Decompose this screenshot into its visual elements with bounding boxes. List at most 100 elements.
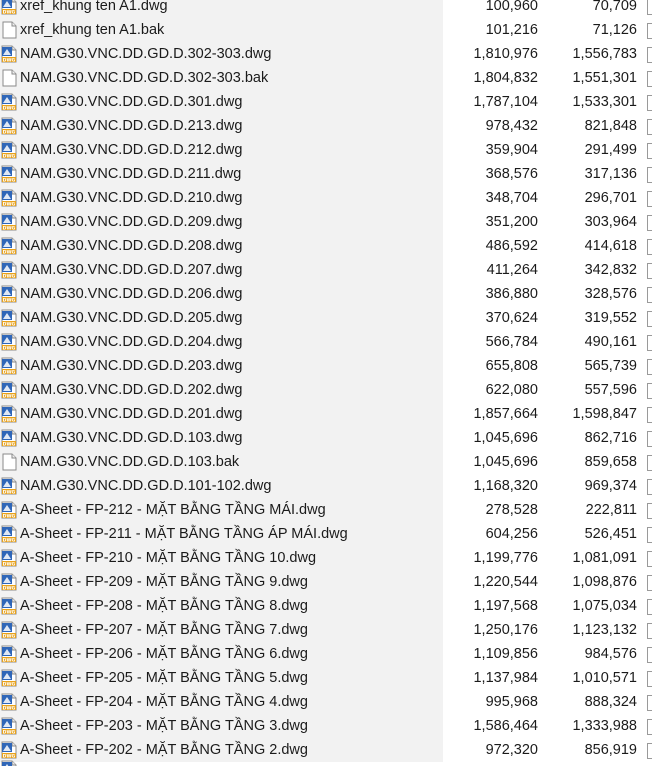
file-row-20[interactable]: NAM.G30.VNC.DD.GD.D.103.bak 1,045,696 85…: [0, 450, 652, 474]
truncated-column-edge: [647, 623, 652, 639]
svg-text:DWG: DWG: [3, 201, 16, 207]
dwg-file-icon: DWG: [1, 237, 17, 255]
compressed-size: 888,324: [584, 694, 637, 710]
file-row-24[interactable]: DWG A-Sheet - FP-210 - MẶT BẰNG TẦNG 10.…: [0, 546, 652, 570]
dwg-file-icon: DWG: [1, 141, 17, 159]
truncated-column-edge: [647, 599, 652, 615]
file-size: 566,784: [485, 334, 538, 350]
compressed-size: 71,126: [592, 22, 637, 38]
file-name: xref_khung ten A1.bak: [20, 22, 165, 38]
svg-text:DWG: DWG: [3, 513, 16, 519]
file-row-1[interactable]: DWG xref_khung ten A1.dwg 100,960 70,709: [0, 0, 652, 18]
dwg-file-icon: DWG: [1, 93, 17, 111]
compressed-size: 1,551,301: [572, 70, 637, 86]
file-size: 978,432: [485, 118, 538, 134]
compressed-size: 1,556,783: [572, 46, 637, 62]
file-row-22[interactable]: DWG A-Sheet - FP-212 - MẶT BẰNG TẦNG MÁI…: [0, 498, 652, 522]
compressed-size: 342,832: [584, 262, 637, 278]
truncated-column-edge: [647, 671, 652, 687]
file-name: NAM.G30.VNC.DD.GD.D.213.dwg: [20, 118, 243, 134]
file-row-17[interactable]: DWG NAM.G30.VNC.DD.GD.D.202.dwg 622,080 …: [0, 378, 652, 402]
compressed-size: 70,709: [592, 0, 637, 14]
file-row-32[interactable]: DWG A-Sheet - FP-202 - MẶT BẰNG TẦNG 2.d…: [0, 738, 652, 762]
file-row-7[interactable]: DWG NAM.G30.VNC.DD.GD.D.212.dwg 359,904 …: [0, 138, 652, 162]
dwg-file-icon: DWG: [1, 381, 17, 399]
dwg-file-icon: DWG: [1, 213, 17, 231]
file-name: NAM.G30.VNC.DD.GD.D.302-303.bak: [20, 70, 269, 86]
dwg-file-icon: DWG: [1, 693, 17, 711]
file-name: A-Sheet - FP-208 - MẶT BẰNG TẦNG 8.dwg: [20, 598, 308, 614]
svg-text:DWG: DWG: [3, 9, 16, 15]
truncated-column-edge: [647, 455, 652, 471]
file-row-28[interactable]: DWG A-Sheet - FP-206 - MẶT BẰNG TẦNG 6.d…: [0, 642, 652, 666]
file-row-14[interactable]: DWG NAM.G30.VNC.DD.GD.D.205.dwg 370,624 …: [0, 306, 652, 330]
compressed-size: 526,451: [584, 526, 637, 542]
svg-text:DWG: DWG: [3, 417, 16, 423]
file-row-8[interactable]: DWG NAM.G30.VNC.DD.GD.D.211.dwg 368,576 …: [0, 162, 652, 186]
file-name: A-Sheet - FP-212 - MẶT BẰNG TẦNG MÁI.dwg: [20, 502, 326, 518]
file-row-3[interactable]: DWG NAM.G30.VNC.DD.GD.D.302-303.dwg 1,81…: [0, 42, 652, 66]
file-row-26[interactable]: DWG A-Sheet - FP-208 - MẶT BẰNG TẦNG 8.d…: [0, 594, 652, 618]
file-row-23[interactable]: DWG A-Sheet - FP-211 - MẶT BẰNG TẦNG ÁP …: [0, 522, 652, 546]
file-size: 1,045,696: [473, 454, 538, 470]
file-row-2[interactable]: xref_khung ten A1.bak 101,216 71,126: [0, 18, 652, 42]
svg-text:DWG: DWG: [3, 561, 16, 567]
file-row-10[interactable]: DWG NAM.G30.VNC.DD.GD.D.209.dwg 351,200 …: [0, 210, 652, 234]
truncated-column-edge: [647, 191, 652, 207]
compressed-size: 1,123,132: [572, 622, 637, 638]
truncated-column-edge: [647, 719, 652, 735]
file-row-9[interactable]: DWG NAM.G30.VNC.DD.GD.D.210.dwg 348,704 …: [0, 186, 652, 210]
file-name: NAM.G30.VNC.DD.GD.D.201.dwg: [20, 406, 243, 422]
compressed-size: 222,811: [585, 502, 637, 518]
svg-text:DWG: DWG: [3, 105, 16, 111]
compressed-size: 984,576: [584, 646, 637, 662]
file-name: A-Sheet - FP-206 - MẶT BẰNG TẦNG 6.dwg: [20, 646, 308, 662]
file-row-19[interactable]: DWG NAM.G30.VNC.DD.GD.D.103.dwg 1,045,69…: [0, 426, 652, 450]
file-size: 1,045,696: [473, 430, 538, 446]
file-name: NAM.G30.VNC.DD.GD.D.210.dwg: [20, 190, 243, 206]
file-row-5[interactable]: DWG NAM.G30.VNC.DD.GD.D.301.dwg 1,787,10…: [0, 90, 652, 114]
file-row-12[interactable]: DWG NAM.G30.VNC.DD.GD.D.207.dwg 411,264 …: [0, 258, 652, 282]
file-list: DWG xref_khung ten A1.dwg 100,960 70,709…: [0, 0, 652, 762]
file-row-4[interactable]: NAM.G30.VNC.DD.GD.D.302-303.bak 1,804,83…: [0, 66, 652, 90]
blank-file-icon: [1, 453, 17, 471]
compressed-size: 1,333,988: [572, 718, 637, 734]
dwg-file-icon: DWG: [1, 261, 17, 279]
compressed-size: 319,552: [584, 310, 637, 326]
compressed-size: 969,374: [584, 478, 637, 494]
file-row-18[interactable]: DWG NAM.G30.VNC.DD.GD.D.201.dwg 1,857,66…: [0, 402, 652, 426]
file-name: NAM.G30.VNC.DD.GD.D.204.dwg: [20, 334, 243, 350]
dwg-file-icon: DWG: [1, 525, 17, 543]
svg-text:DWG: DWG: [3, 681, 16, 687]
file-row-21[interactable]: DWG NAM.G30.VNC.DD.GD.D.101-102.dwg 1,16…: [0, 474, 652, 498]
truncated-column-edge: [647, 695, 652, 711]
file-row-6[interactable]: DWG NAM.G30.VNC.DD.GD.D.213.dwg 978,432 …: [0, 114, 652, 138]
file-size: 1,586,464: [473, 718, 538, 734]
svg-text:DWG: DWG: [3, 153, 16, 159]
file-row-11[interactable]: DWG NAM.G30.VNC.DD.GD.D.208.dwg 486,592 …: [0, 234, 652, 258]
dwg-file-icon: DWG: [1, 333, 17, 351]
file-row-13[interactable]: DWG NAM.G30.VNC.DD.GD.D.206.dwg 386,880 …: [0, 282, 652, 306]
file-size: 995,968: [485, 694, 538, 710]
file-name: A-Sheet - FP-205 - MẶT BẰNG TẦNG 5.dwg: [20, 670, 308, 686]
file-name: NAM.G30.VNC.DD.GD.D.206.dwg: [20, 286, 243, 302]
truncated-column-edge: [647, 407, 652, 423]
file-row-29[interactable]: DWG A-Sheet - FP-205 - MẶT BẰNG TẦNG 5.d…: [0, 666, 652, 690]
truncated-column-edge: [647, 119, 652, 135]
svg-text:DWG: DWG: [3, 609, 16, 615]
next-row-partial: DWG: [0, 760, 652, 766]
file-row-30[interactable]: DWG A-Sheet - FP-204 - MẶT BẰNG TẦNG 4.d…: [0, 690, 652, 714]
file-row-16[interactable]: DWG NAM.G30.VNC.DD.GD.D.203.dwg 655,808 …: [0, 354, 652, 378]
compressed-size: 317,136: [584, 166, 637, 182]
file-row-25[interactable]: DWG A-Sheet - FP-209 - MẶT BẰNG TẦNG 9.d…: [0, 570, 652, 594]
dwg-file-icon: DWG: [1, 165, 17, 183]
dwg-file-icon: DWG: [1, 285, 17, 303]
file-name: A-Sheet - FP-203 - MẶT BẰNG TẦNG 3.dwg: [20, 718, 308, 734]
compressed-size: 1,098,876: [572, 574, 637, 590]
truncated-column-edge: [647, 311, 652, 327]
truncated-column-edge: [647, 527, 652, 543]
file-row-15[interactable]: DWG NAM.G30.VNC.DD.GD.D.204.dwg 566,784 …: [0, 330, 652, 354]
file-name: NAM.G30.VNC.DD.GD.D.209.dwg: [20, 214, 243, 230]
file-row-31[interactable]: DWG A-Sheet - FP-203 - MẶT BẰNG TẦNG 3.d…: [0, 714, 652, 738]
file-row-27[interactable]: DWG A-Sheet - FP-207 - MẶT BẰNG TẦNG 7.d…: [0, 618, 652, 642]
